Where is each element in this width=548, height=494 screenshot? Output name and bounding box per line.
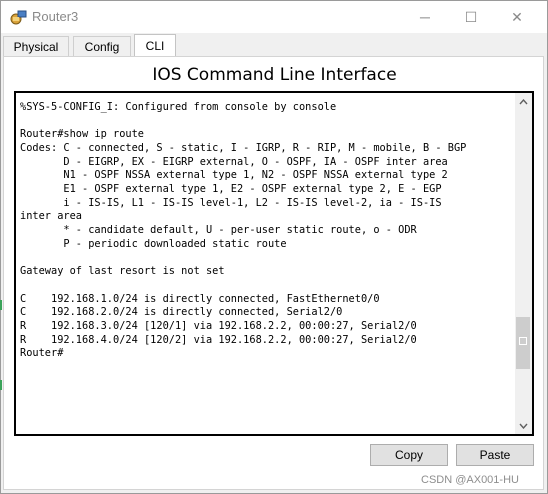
copy-button[interactable]: Copy <box>370 444 448 466</box>
scroll-up-button[interactable] <box>515 93 532 110</box>
chevron-up-icon <box>519 98 528 104</box>
tab-physical[interactable]: Physical <box>3 36 69 56</box>
chevron-down-icon <box>519 423 528 429</box>
cli-heading: IOS Command Line Interface <box>152 65 397 85</box>
maximize-icon: ☐ <box>464 8 478 25</box>
router-window: Router3 ─ ☐ ✕ Physical Config CLI IOS Co… <box>0 0 548 494</box>
scroll-thumb[interactable] <box>516 317 530 369</box>
close-icon: ✕ <box>511 8 523 25</box>
edge-accent <box>0 380 2 390</box>
cli-output[interactable]: %SYS-5-CONFIG_I: Configured from console… <box>20 93 514 361</box>
minimize-button[interactable]: ─ <box>402 1 448 33</box>
tab-config[interactable]: Config <box>73 36 131 56</box>
minimize-icon: ─ <box>420 9 430 25</box>
scroll-down-button[interactable] <box>515 417 532 434</box>
window-title: Router3 <box>32 9 79 24</box>
paste-button[interactable]: Paste <box>456 444 534 466</box>
router-app-icon <box>10 10 27 25</box>
edge-accent <box>0 300 2 310</box>
cli-panel: IOS Command Line Interface %SYS-5-CONFIG… <box>3 56 544 490</box>
title-bar[interactable]: Router3 ─ ☐ ✕ <box>1 1 547 33</box>
tab-cli[interactable]: CLI <box>134 34 176 57</box>
maximize-button[interactable]: ☐ <box>448 1 494 33</box>
cli-terminal[interactable]: %SYS-5-CONFIG_I: Configured from console… <box>14 91 534 436</box>
watermark: CSDN @AX001-HU <box>421 474 519 486</box>
close-button[interactable]: ✕ <box>494 1 540 33</box>
terminal-scrollbar[interactable] <box>515 93 532 434</box>
